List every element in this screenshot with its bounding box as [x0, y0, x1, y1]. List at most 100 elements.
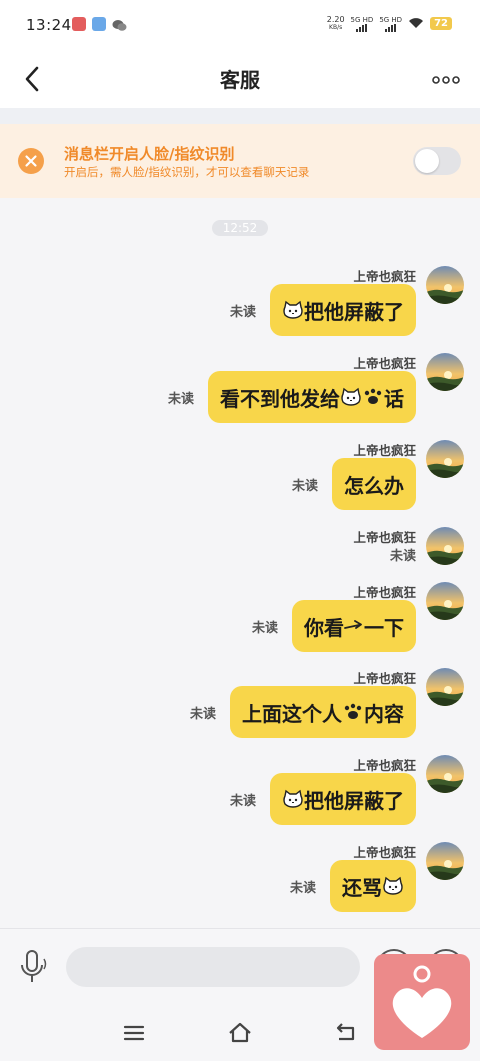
- message-text: 上面这个人: [242, 701, 342, 726]
- message-text: 话: [384, 386, 404, 411]
- read-status: 未读: [167, 391, 194, 407]
- read-status: 未读: [291, 478, 318, 494]
- sender-name: 上帝也疯狂: [353, 269, 416, 284]
- page-title: 客服: [220, 68, 260, 92]
- chat-message[interactable]: 上帝也疯狂未读 还骂: [24, 842, 464, 920]
- more-button[interactable]: [432, 72, 460, 88]
- back-nav-button[interactable]: [333, 1020, 359, 1046]
- return-icon: [336, 1023, 355, 1041]
- message-bubble[interactable]: 你看 一下: [292, 600, 416, 652]
- more-dots-icon: [432, 76, 460, 84]
- sender-name: 上帝也疯狂: [353, 758, 416, 773]
- message-row: 未读 你看 一下: [252, 600, 416, 652]
- chat-message[interactable]: 上帝也疯狂 未读 上面这个人 内容: [24, 668, 464, 746]
- speed-unit: KB/s: [329, 23, 343, 31]
- avatar[interactable]: [426, 668, 464, 706]
- chat-timestamp: 12:52: [212, 220, 268, 236]
- avatar[interactable]: [426, 582, 464, 620]
- sender-name: 上帝也疯狂: [353, 585, 416, 600]
- message-text: 把他屏蔽了: [304, 299, 404, 324]
- sim2-label: 5G HD: [379, 15, 403, 24]
- notice-title: 消息栏开启人脸/指纹识别: [64, 145, 235, 163]
- sender-name: 上帝也疯狂: [353, 845, 416, 860]
- cat-emoji-icon: [341, 387, 361, 406]
- read-status: 未读: [251, 620, 278, 636]
- floating-heart-button[interactable]: [374, 954, 470, 1050]
- microphone-icon: [21, 950, 47, 982]
- close-icon: [25, 155, 37, 167]
- face-lock-toggle[interactable]: [413, 147, 461, 175]
- chat-message[interactable]: 上帝也疯狂未读 看不到他发给 话: [24, 353, 464, 431]
- wechat-icon: [112, 17, 127, 36]
- message-text: 看不到他发给: [220, 386, 340, 411]
- avatar[interactable]: [426, 353, 464, 391]
- toggle-knob: [415, 149, 439, 173]
- signal-sim1: 5G HD: [350, 15, 374, 32]
- notice-subtitle: 开启后，需人脸/指纹识别，才可以查看聊天记录: [64, 165, 310, 179]
- message-text: 还骂: [342, 875, 382, 900]
- sender-name: 上帝也疯狂: [353, 671, 416, 686]
- avatar[interactable]: [426, 842, 464, 880]
- cat-emoji-icon: [283, 789, 303, 808]
- divider: [0, 108, 480, 124]
- message-text: 怎么办: [344, 473, 404, 498]
- message-text: 你看: [304, 615, 344, 640]
- message-bubble[interactable]: 看不到他发给 话: [208, 371, 416, 423]
- message-bubble[interactable]: 把他屏蔽了: [270, 773, 416, 825]
- cat-emoji-icon: [383, 876, 403, 895]
- speed-value: 2.20: [326, 14, 345, 24]
- avatar[interactable]: [426, 755, 464, 793]
- message-bubble[interactable]: 上面这个人 内容: [230, 686, 416, 738]
- network-speed: 2.20 KB/s: [326, 14, 345, 32]
- status-bar: 13:24 2.20 KB/s 5G HD 5G HD 72: [0, 0, 480, 52]
- chat-message[interactable]: 上帝也疯狂 未读 你看 一下: [24, 582, 464, 660]
- message-row: 未读 怎么办: [292, 458, 416, 510]
- menu-button[interactable]: [121, 1020, 147, 1046]
- message-bubble[interactable]: 还骂: [330, 860, 416, 912]
- home-icon: [229, 1022, 251, 1043]
- read-status: 未读: [229, 793, 256, 809]
- signal-sim2: 5G HD: [379, 16, 402, 32]
- signal-bars-icon: [385, 23, 397, 32]
- paw-emoji-icon: [344, 703, 362, 719]
- arrow-emoji-icon: [344, 620, 362, 629]
- read-status: 未读: [289, 880, 316, 896]
- chat-message[interactable]: 上帝也疯狂未读 把他屏蔽了: [24, 755, 464, 833]
- sender-name: 上帝也疯狂: [353, 356, 416, 371]
- chat-message[interactable]: 上帝也疯狂 未读: [24, 527, 464, 577]
- voice-button[interactable]: [14, 947, 52, 987]
- avatar[interactable]: [426, 440, 464, 478]
- message-row: 未读 看不到他发给 话: [168, 371, 416, 423]
- message-text: 内容: [364, 701, 404, 726]
- sim1-label: 5G HD: [350, 15, 374, 24]
- cat-emoji-icon: [283, 300, 303, 319]
- paw-emoji-icon: [364, 388, 382, 404]
- home-button[interactable]: [227, 1020, 253, 1046]
- message-text: 一下: [364, 615, 404, 640]
- chat-message[interactable]: 上帝也疯狂未读 怎么办: [24, 440, 464, 518]
- menu-icon: [123, 1025, 145, 1041]
- status-time: 13:24: [26, 16, 72, 34]
- message-bubble[interactable]: 把他屏蔽了: [270, 284, 416, 336]
- signal-bars-icon: [356, 23, 368, 32]
- chat-message[interactable]: 上帝也疯狂未读 把他屏蔽了: [24, 266, 464, 344]
- header-bar: 客服: [0, 52, 480, 108]
- chat-message-list[interactable]: 12:52 上帝也疯狂 未读 把他屏蔽了 上帝也疯狂 未读 看不到他发给话上帝也疯狂 未读怎…: [0, 198, 480, 928]
- app-notification-icon: [72, 17, 86, 31]
- message-row: 未读 把他屏蔽了: [230, 284, 416, 336]
- security-notice-banner: 消息栏开启人脸/指纹识别 开启后，需人脸/指纹识别，才可以查看聊天记录: [0, 124, 480, 198]
- sender-name: 上帝也疯狂: [353, 443, 416, 458]
- message-row: 未读 还骂: [290, 860, 416, 912]
- read-status: 未读: [229, 304, 256, 320]
- battery-level: 72: [430, 17, 452, 30]
- close-notice-button[interactable]: [18, 148, 44, 174]
- message-text: 把他屏蔽了: [304, 788, 404, 813]
- message-input[interactable]: [66, 947, 360, 987]
- avatar[interactable]: [426, 266, 464, 304]
- avatar[interactable]: [426, 527, 464, 565]
- read-status: 未读: [389, 549, 416, 564]
- message-row: 未读 上面这个人 内容: [190, 686, 416, 738]
- message-bubble[interactable]: 怎么办: [332, 458, 416, 510]
- message-row: 未读 把他屏蔽了: [230, 773, 416, 825]
- read-status: 未读: [189, 706, 216, 722]
